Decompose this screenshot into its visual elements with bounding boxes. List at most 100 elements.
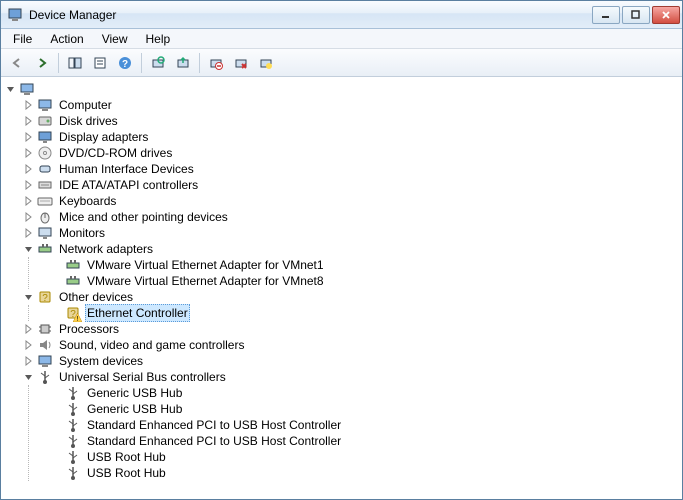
tree-node-computer[interactable]: Computer xyxy=(23,97,678,113)
tree-node-label[interactable]: Computer xyxy=(57,97,114,113)
tree-node-label[interactable]: System devices xyxy=(57,353,145,369)
expand-icon[interactable] xyxy=(23,211,35,223)
menu-help[interactable]: Help xyxy=(138,30,179,48)
menu-action[interactable]: Action xyxy=(42,30,91,48)
tree-node-label[interactable]: Generic USB Hub xyxy=(85,401,184,417)
show-hide-console-button[interactable] xyxy=(63,52,87,74)
tree-node-label[interactable]: VMware Virtual Ethernet Adapter for VMne… xyxy=(85,273,326,289)
tree-node-keyboards[interactable]: Keyboards xyxy=(23,193,678,209)
tree-node-label[interactable]: Ethernet Controller xyxy=(85,304,190,322)
expand-icon[interactable] xyxy=(23,355,35,367)
expand-icon[interactable] xyxy=(23,131,35,143)
expand-icon[interactable] xyxy=(23,115,35,127)
tree-node-label[interactable]: Display adapters xyxy=(57,129,150,145)
tree-node-label[interactable]: IDE ATA/ATAPI controllers xyxy=(57,177,200,193)
minimize-button[interactable] xyxy=(592,6,620,24)
tree-node-monitors[interactable]: Monitors xyxy=(23,225,678,241)
expand-icon xyxy=(51,387,63,399)
nic-icon xyxy=(65,257,81,273)
tree-node-usb1[interactable]: Generic USB Hub xyxy=(51,401,678,417)
expand-icon[interactable] xyxy=(23,195,35,207)
unknown-device-icon: ?! xyxy=(65,305,81,321)
tree-node-dvd[interactable]: DVD/CD-ROM drives xyxy=(23,145,678,161)
tree-node-label[interactable]: USB Root Hub xyxy=(85,449,168,465)
tree-node-usb3[interactable]: Standard Enhanced PCI to USB Host Contro… xyxy=(51,433,678,449)
tree-node-processors[interactable]: Processors xyxy=(23,321,678,337)
expand-icon[interactable] xyxy=(23,323,35,335)
tree-node-display[interactable]: Display adapters xyxy=(23,129,678,145)
tree-node-usb2[interactable]: Standard Enhanced PCI to USB Host Contro… xyxy=(51,417,678,433)
forward-button[interactable] xyxy=(30,52,54,74)
tree-node-diskdrives[interactable]: Disk drives xyxy=(23,113,678,129)
help-button[interactable]: ? xyxy=(113,52,137,74)
toolbar-separator xyxy=(141,53,142,73)
usb-plug-icon xyxy=(65,465,81,481)
update-driver-button[interactable] xyxy=(171,52,195,74)
uninstall-button[interactable] xyxy=(204,52,228,74)
expand-icon[interactable] xyxy=(23,227,35,239)
menubar: File Action View Help xyxy=(1,29,682,49)
expand-icon xyxy=(51,451,63,463)
tree-root-node[interactable] xyxy=(5,81,678,97)
tree-node-label[interactable]: Sound, video and game controllers xyxy=(57,337,246,353)
tree-node-label[interactable]: VMware Virtual Ethernet Adapter for VMne… xyxy=(85,257,326,273)
menu-file[interactable]: File xyxy=(5,30,40,48)
collapse-icon[interactable] xyxy=(23,371,35,383)
tree-node-label[interactable]: DVD/CD-ROM drives xyxy=(57,145,174,161)
expand-icon xyxy=(51,467,63,479)
collapse-icon[interactable] xyxy=(23,291,35,303)
tree-node-ethctrl[interactable]: ?!Ethernet Controller xyxy=(51,305,678,321)
collapse-icon[interactable] xyxy=(23,243,35,255)
expand-icon[interactable] xyxy=(23,163,35,175)
tree-node-sound[interactable]: Sound, video and game controllers xyxy=(23,337,678,353)
tree-node-label[interactable]: USB Root Hub xyxy=(85,465,168,481)
expand-icon[interactable] xyxy=(23,179,35,191)
expand-icon[interactable] xyxy=(23,147,35,159)
tree-node-label[interactable]: Universal Serial Bus controllers xyxy=(57,369,228,385)
svg-text:?: ? xyxy=(122,59,128,70)
tree-node-mice[interactable]: Mice and other pointing devices xyxy=(23,209,678,225)
tree-node-label[interactable]: Human Interface Devices xyxy=(57,161,196,177)
tree-node-usb4[interactable]: USB Root Hub xyxy=(51,449,678,465)
tree-node-network[interactable]: Network adapters xyxy=(23,241,678,257)
svg-text:?: ? xyxy=(42,293,48,304)
scan-hardware-button[interactable] xyxy=(146,52,170,74)
tree-node-system[interactable]: System devices xyxy=(23,353,678,369)
properties-button[interactable] xyxy=(88,52,112,74)
tree-node-vmnet8[interactable]: VMware Virtual Ethernet Adapter for VMne… xyxy=(51,273,678,289)
tree-node-ide[interactable]: IDE ATA/ATAPI controllers xyxy=(23,177,678,193)
collapse-icon[interactable] xyxy=(5,83,17,95)
tree-node-label[interactable]: Standard Enhanced PCI to USB Host Contro… xyxy=(85,417,343,433)
tree-node-hid[interactable]: Human Interface Devices xyxy=(23,161,678,177)
tree-node-label[interactable]: Network adapters xyxy=(57,241,155,257)
tree-node-usb[interactable]: Universal Serial Bus controllers xyxy=(23,369,678,385)
back-button[interactable] xyxy=(5,52,29,74)
tree-content[interactable]: ComputerDisk drivesDisplay adaptersDVD/C… xyxy=(1,77,682,499)
tree-node-vmnet1[interactable]: VMware Virtual Ethernet Adapter for VMne… xyxy=(51,257,678,273)
close-button[interactable] xyxy=(652,6,680,24)
tree-node-label[interactable]: Generic USB Hub xyxy=(85,385,184,401)
tree-node-usb0[interactable]: Generic USB Hub xyxy=(51,385,678,401)
menu-view[interactable]: View xyxy=(94,30,136,48)
tree-node-label[interactable]: Keyboards xyxy=(57,193,118,209)
disable-button[interactable] xyxy=(229,52,253,74)
cpu-icon xyxy=(37,321,53,337)
tree-node-other[interactable]: ? Other devices xyxy=(23,289,678,305)
titlebar[interactable]: Device Manager xyxy=(1,1,682,29)
tree-node-label[interactable]: Processors xyxy=(57,321,121,337)
expand-icon[interactable] xyxy=(23,339,35,351)
root-icon xyxy=(19,81,35,97)
expand-icon[interactable] xyxy=(23,99,35,111)
tree-node-usb5[interactable]: USB Root Hub xyxy=(51,465,678,481)
expand-icon xyxy=(51,275,63,287)
enable-button[interactable] xyxy=(254,52,278,74)
tree-node-label[interactable] xyxy=(39,81,83,97)
tree-node-label[interactable]: Standard Enhanced PCI to USB Host Contro… xyxy=(85,433,343,449)
hid-icon xyxy=(37,161,53,177)
maximize-button[interactable] xyxy=(622,6,650,24)
tree-node-label[interactable]: Monitors xyxy=(57,225,107,241)
disk-icon xyxy=(37,113,53,129)
tree-node-label[interactable]: Mice and other pointing devices xyxy=(57,209,230,225)
tree-node-label[interactable]: Disk drives xyxy=(57,113,120,129)
tree-node-label[interactable]: Other devices xyxy=(57,289,135,305)
